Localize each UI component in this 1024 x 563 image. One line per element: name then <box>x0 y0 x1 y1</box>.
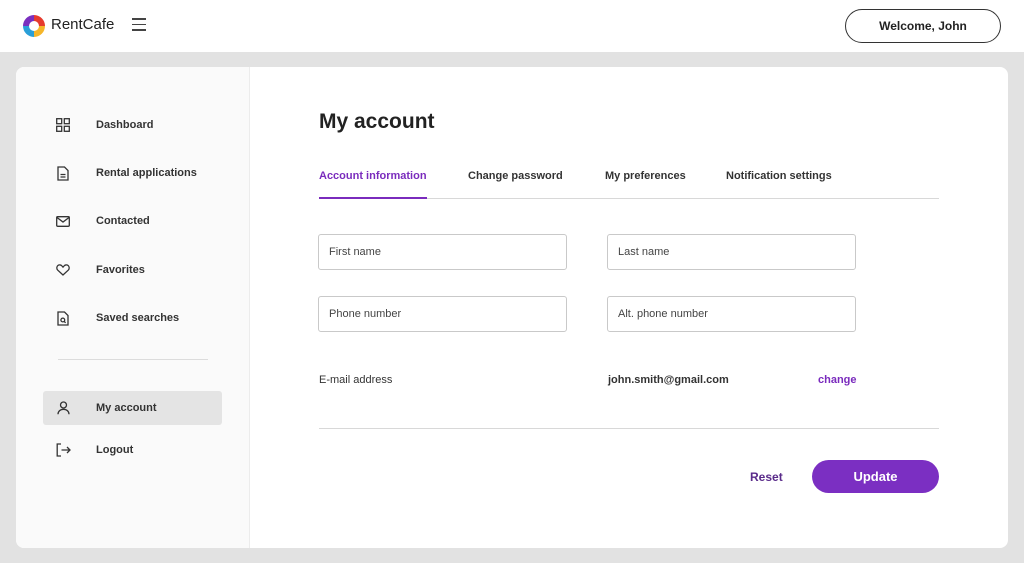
form-divider <box>319 428 939 429</box>
sidebar-item-logout[interactable]: Logout <box>43 433 222 467</box>
logout-icon <box>55 442 71 458</box>
brand-name[interactable]: RentCafe <box>51 16 114 33</box>
sidebar-item-my-account[interactable]: My account <box>43 391 222 425</box>
page-title: My account <box>319 110 435 133</box>
sidebar: Dashboard Rental applications Contacted <box>16 67 250 548</box>
phone-number-field[interactable] <box>318 296 567 332</box>
sidebar-item-label: Logout <box>96 444 134 456</box>
update-button[interactable]: Update <box>812 460 939 493</box>
document-icon <box>55 165 71 181</box>
sidebar-divider <box>58 359 208 360</box>
account-tabs: Account information Change password My p… <box>319 164 939 199</box>
sidebar-item-label: My account <box>96 402 157 414</box>
tab-my-preferences[interactable]: My preferences <box>605 170 686 182</box>
alt-phone-number-field[interactable] <box>607 296 856 332</box>
first-name-field[interactable] <box>318 234 567 270</box>
account-card: Dashboard Rental applications Contacted <box>16 67 1008 548</box>
sidebar-item-saved-searches[interactable]: Saved searches <box>43 301 222 335</box>
main-content: My account Account information Change pa… <box>250 67 1008 548</box>
reset-button[interactable]: Reset <box>750 470 783 484</box>
sidebar-item-favorites[interactable]: Favorites <box>43 253 222 287</box>
sidebar-item-rental-applications[interactable]: Rental applications <box>43 156 222 190</box>
sidebar-item-label: Saved searches <box>96 312 180 324</box>
email-label: E-mail address <box>319 374 393 386</box>
sidebar-item-dashboard[interactable]: Dashboard <box>43 108 222 142</box>
top-bar: RentCafe Welcome, John <box>0 0 1024 52</box>
tab-change-password[interactable]: Change password <box>468 170 563 182</box>
email-value: john.smith@gmail.com <box>608 374 729 386</box>
saved-search-icon <box>55 310 71 326</box>
tab-notification-settings[interactable]: Notification settings <box>726 170 832 182</box>
heart-icon <box>55 262 71 278</box>
rentcafe-logo-icon[interactable] <box>23 15 45 37</box>
dashboard-grid-icon <box>55 117 71 133</box>
last-name-field[interactable] <box>607 234 856 270</box>
sidebar-item-contacted[interactable]: Contacted <box>43 204 222 238</box>
active-tab-indicator <box>319 197 427 199</box>
sidebar-item-label: Favorites <box>96 264 145 276</box>
change-email-link[interactable]: change <box>818 374 857 386</box>
envelope-icon <box>55 213 71 229</box>
sidebar-item-label: Dashboard <box>96 119 154 131</box>
welcome-user-button[interactable]: Welcome, John <box>845 9 1001 43</box>
tab-account-information[interactable]: Account information <box>319 170 427 182</box>
user-icon <box>55 400 71 416</box>
sidebar-item-label: Contacted <box>96 215 150 227</box>
sidebar-item-label: Rental applications <box>96 167 197 179</box>
hamburger-menu-icon[interactable] <box>132 18 148 32</box>
